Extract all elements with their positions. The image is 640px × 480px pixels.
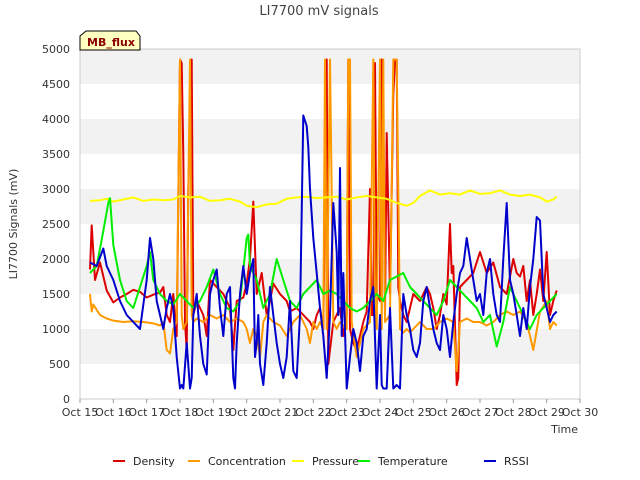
chart-title: LI7700 mV signals: [259, 4, 378, 19]
y-tick-label: 3500: [42, 148, 70, 161]
x-tick-label: Oct 22: [295, 406, 332, 419]
y-tick-label: 1500: [42, 288, 70, 301]
y-tick-label: 3000: [42, 183, 70, 196]
x-tick-label: Oct 27: [462, 406, 499, 419]
y-tick-label: 5000: [42, 43, 70, 56]
x-tick-label: Oct 15: [62, 406, 99, 419]
legend: Density Concentration Pressure Temperature R…: [113, 455, 529, 468]
legend-label: Concentration: [208, 455, 286, 468]
y-tick-label: 4500: [42, 78, 70, 91]
x-tick-label: Oct 19: [195, 406, 232, 419]
x-tick-label: Oct 16: [95, 406, 132, 419]
x-tick-label: Oct 17: [128, 406, 165, 419]
x-tick-label: Oct 30: [562, 406, 599, 419]
y-tick-label: 2500: [42, 218, 70, 231]
legend-label: Density: [133, 455, 175, 468]
y-tick-label: 1000: [42, 323, 70, 336]
x-tick-label: Oct 26: [428, 406, 465, 419]
grid-band: [80, 364, 580, 399]
annotation-text: MB_flux: [87, 36, 135, 49]
y-tick-label: 0: [63, 393, 70, 406]
y-axis-label: LI7700 Signals (mV): [7, 169, 20, 280]
y-tick-label: 500: [49, 358, 70, 371]
x-tick-label: Oct 29: [528, 406, 565, 419]
y-axis: 0 500 1000 1500 2000 2500 3000 3500 4000 4500 5000: [42, 43, 70, 406]
x-tick-label: Oct 24: [362, 406, 399, 419]
x-tick-label: Oct 28: [495, 406, 532, 419]
legend-label: Pressure: [312, 455, 359, 468]
grid-band: [80, 154, 580, 189]
x-tick-label: Oct 23: [328, 406, 365, 419]
x-tick-label: Oct 18: [162, 406, 199, 419]
y-tick-label: 2000: [42, 253, 70, 266]
x-axis-label: Time: [550, 423, 578, 436]
chart-canvas: LI7700 mV signals 0 500 1000 1500 2000 2500 30…: [7, 4, 599, 468]
y-tick-label: 4000: [42, 113, 70, 126]
legend-label: Temperature: [377, 455, 448, 468]
annotation-tag: MB_flux: [79, 30, 141, 51]
legend-label: RSSI: [504, 455, 529, 468]
x-tick-label: Oct 20: [228, 406, 265, 419]
x-axis: Oct 15Oct 16Oct 17Oct 18Oct 19Oct 20Oct …: [62, 399, 599, 419]
x-tick-label: Oct 21: [262, 406, 299, 419]
x-tick-label: Oct 25: [395, 406, 432, 419]
